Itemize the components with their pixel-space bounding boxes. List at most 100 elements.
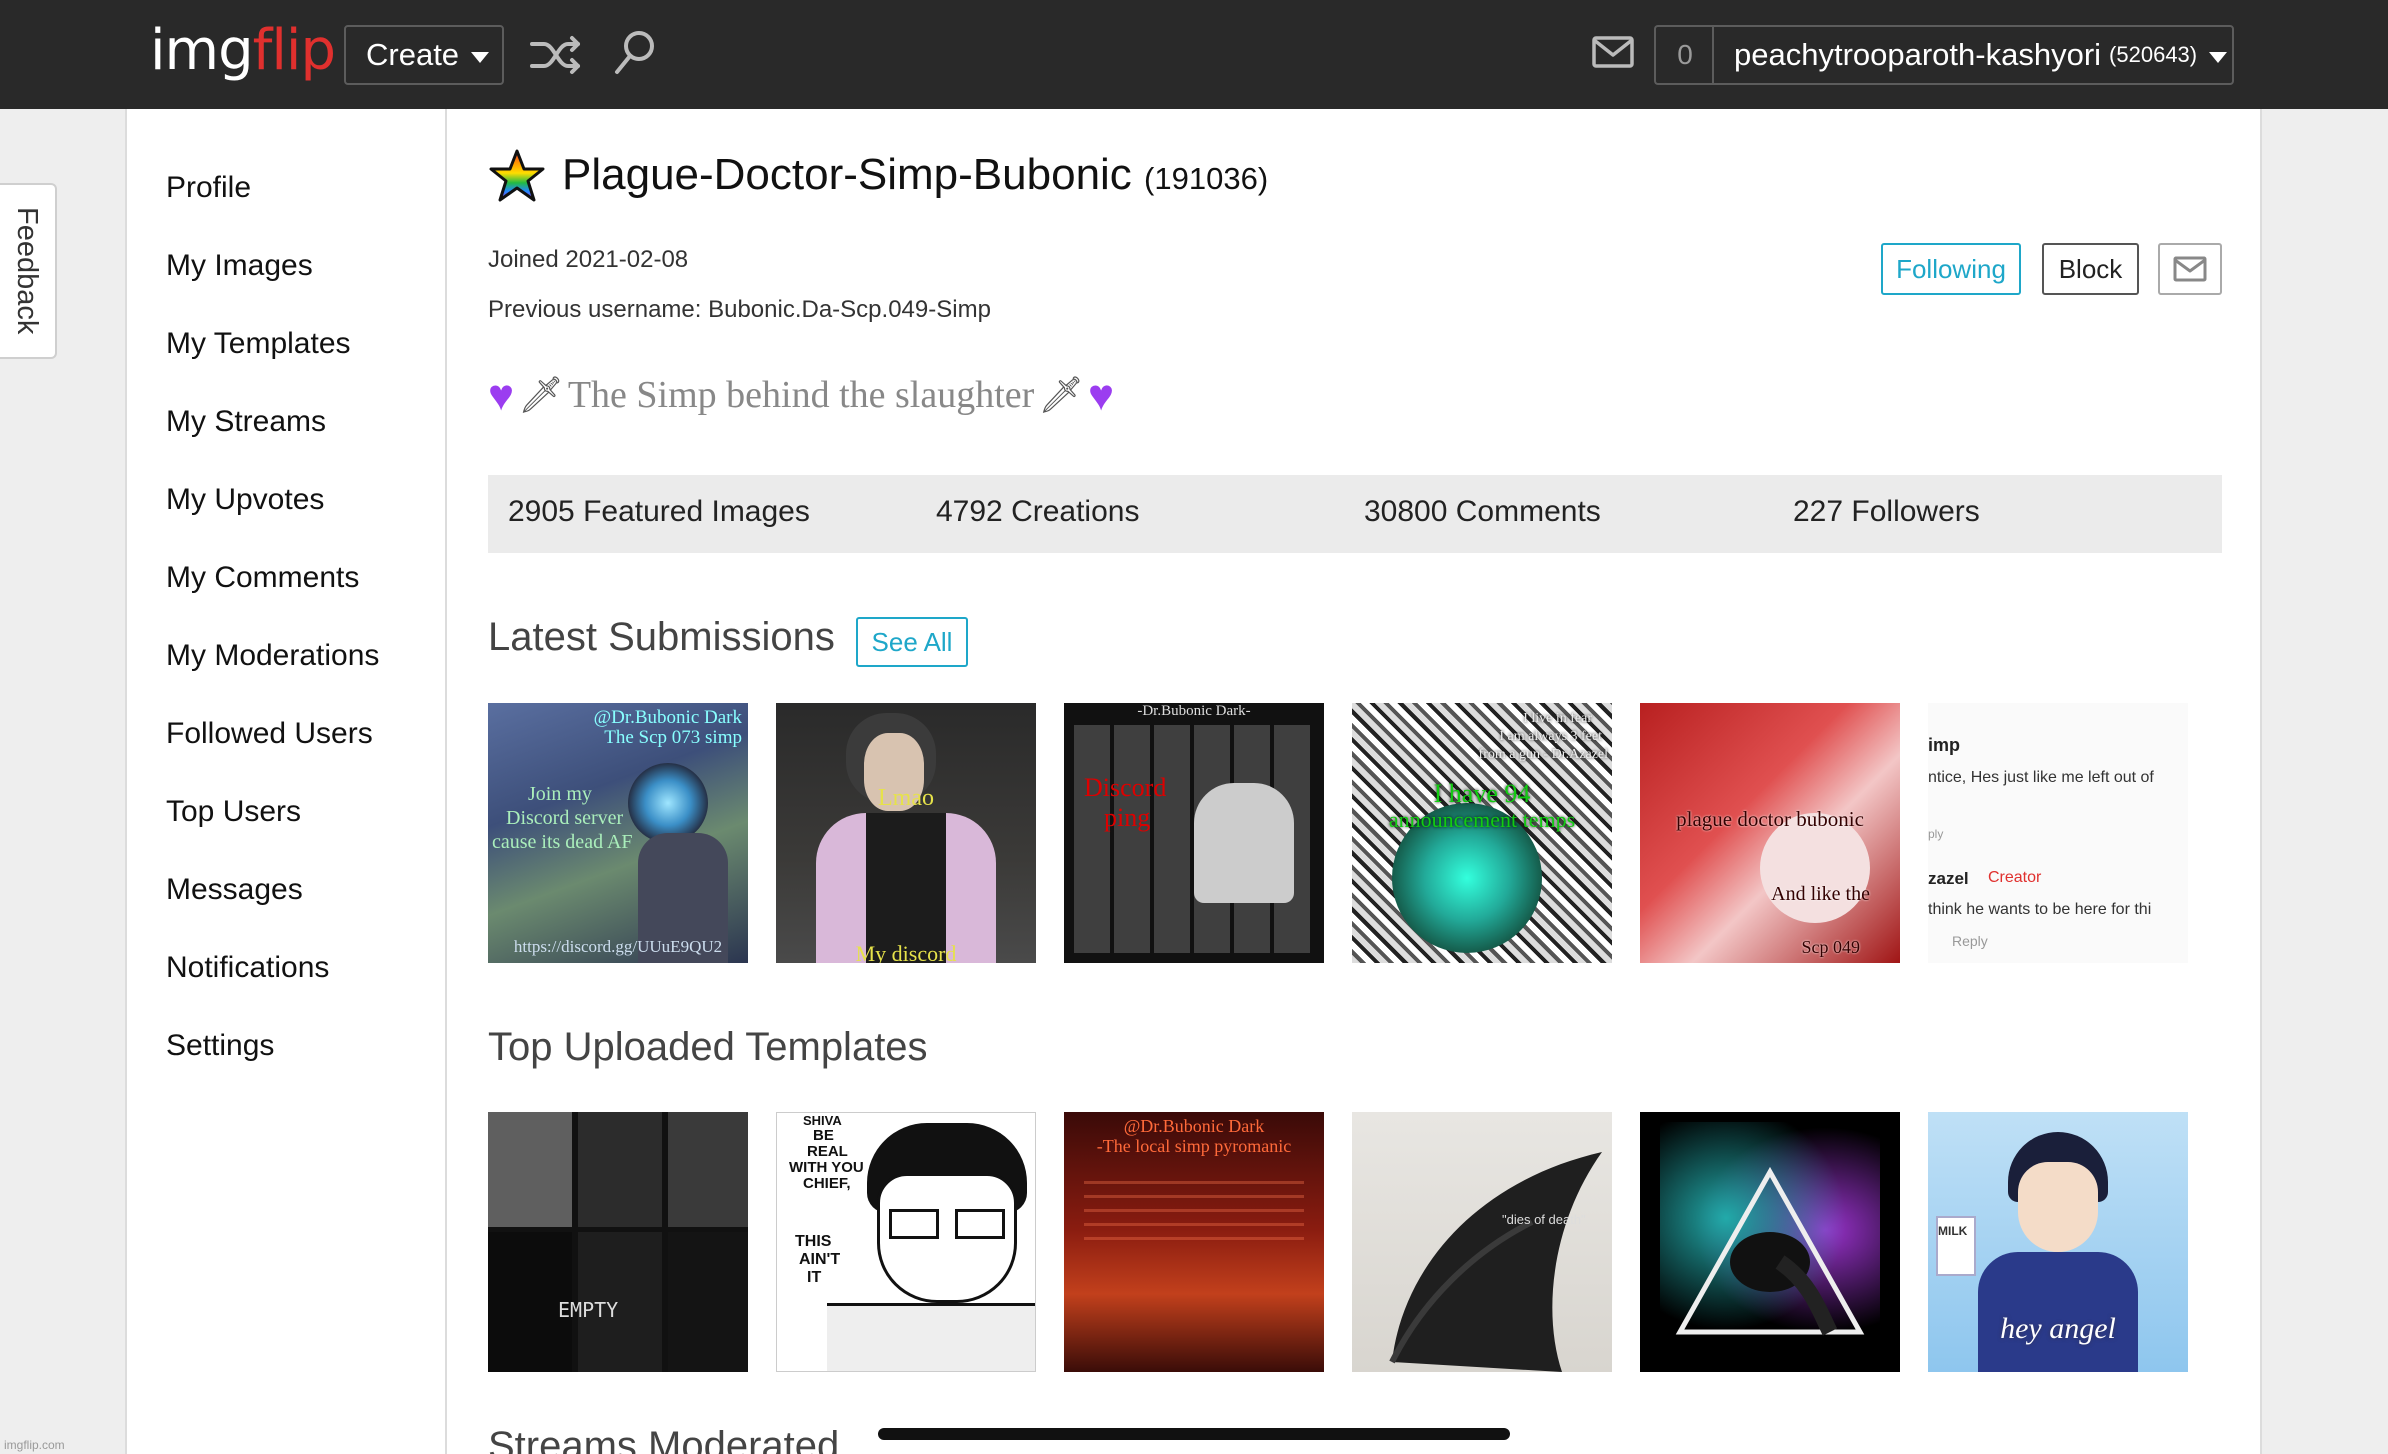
template-thumbnail[interactable]: EMPTY bbox=[488, 1112, 748, 1372]
stat-followers[interactable]: 227 Followers bbox=[1793, 495, 1980, 529]
thumb-caption: imp bbox=[1928, 735, 1961, 755]
home-indicator-bar bbox=[878, 1428, 1510, 1440]
thumb-caption: Discord bbox=[1084, 773, 1167, 802]
stat-creations[interactable]: 4792 Creations bbox=[936, 495, 1139, 529]
thumb-caption: @Dr.Bubonic Dark bbox=[1123, 1116, 1265, 1136]
user-menu-button[interactable]: peachytrooparoth-kashyori (520643) bbox=[1712, 25, 2234, 85]
imgflip-logo[interactable]: imgflip bbox=[150, 18, 336, 83]
sidebar-item-my-comments[interactable]: My Comments bbox=[166, 561, 359, 595]
glasses-shape bbox=[955, 1209, 1005, 1239]
sidebar-item-settings[interactable]: Settings bbox=[166, 1029, 274, 1063]
purple-heart-icon: ♥ bbox=[1088, 370, 1115, 420]
thumb-caption: plague doctor bubonic bbox=[1676, 807, 1864, 831]
search-icon[interactable] bbox=[612, 28, 658, 83]
template-thumbnail[interactable]: SHIVA BE REAL WITH YOU CHIEF, THIS AIN'T… bbox=[776, 1112, 1036, 1372]
glasses-shape bbox=[889, 1209, 939, 1239]
sidebar-item-my-moderations[interactable]: My Moderations bbox=[166, 639, 379, 673]
submission-thumbnail[interactable]: @Dr.Bubonic Dark The Scp 073 simp Join m… bbox=[488, 703, 748, 963]
sidebar: Profile My Images My Templates My Stream… bbox=[125, 109, 447, 1454]
thumb-caption: ping bbox=[1104, 803, 1151, 832]
header-user-points: (520643) bbox=[2109, 42, 2198, 67]
template-thumbnail[interactable]: MILK hey angel bbox=[1928, 1112, 2188, 1372]
plague-mask-shape bbox=[1389, 1152, 1602, 1372]
watermark: imgflip.com bbox=[4, 1438, 65, 1452]
sidebar-item-notifications[interactable]: Notifications bbox=[166, 951, 329, 985]
thumb-caption: cause its dead AF bbox=[492, 831, 633, 853]
text-lines bbox=[1084, 1170, 1304, 1240]
joined-date: Joined 2021-02-08 bbox=[488, 246, 689, 273]
template-thumbnail[interactable] bbox=[1640, 1112, 1900, 1372]
sidebar-item-messages[interactable]: Messages bbox=[166, 873, 303, 907]
thumb-caption: announcement temps bbox=[1388, 807, 1576, 832]
profile-points: (191036) bbox=[1144, 161, 1269, 196]
thumb-caption: I am always 3 feet bbox=[1499, 729, 1602, 744]
triangle-shape bbox=[1675, 1166, 1865, 1336]
stat-featured-images[interactable]: 2905 Featured Images bbox=[508, 495, 810, 529]
notification-count-button[interactable]: 0 bbox=[1654, 25, 1714, 85]
sidebar-item-profile[interactable]: Profile bbox=[166, 171, 251, 205]
mail-icon bbox=[2173, 256, 2207, 282]
thumb-caption: THIS bbox=[795, 1233, 832, 1250]
thumb-caption: "dies of death" bbox=[1502, 1212, 1586, 1227]
caret-down-icon bbox=[2209, 51, 2228, 63]
photo-tile bbox=[578, 1112, 662, 1227]
thumb-caption: @Dr.Bubonic Dark bbox=[593, 707, 742, 728]
feedback-label: Feedback bbox=[11, 207, 43, 335]
thumb-caption: BE bbox=[813, 1127, 834, 1144]
thumb-caption: Lmao bbox=[878, 785, 934, 811]
block-button[interactable]: Block bbox=[2042, 243, 2139, 295]
template-thumbnail[interactable]: @Dr.Bubonic Dark -The local simp pyroman… bbox=[1064, 1112, 1324, 1372]
submission-thumbnail[interactable]: Lmao My discord bbox=[776, 703, 1036, 963]
sidebar-item-my-upvotes[interactable]: My Upvotes bbox=[166, 483, 324, 517]
streams-moderated-title: Streams Moderated bbox=[488, 1424, 840, 1454]
thumb-caption: Scp 049 bbox=[1801, 937, 1861, 957]
thumb-caption: hey angel bbox=[2000, 1312, 2116, 1345]
thumb-caption: ply bbox=[1928, 827, 1944, 841]
photo-tile bbox=[488, 1112, 572, 1227]
sidebar-item-followed-users[interactable]: Followed Users bbox=[166, 717, 373, 751]
thumb-caption: -Dr.Bubonic Dark- bbox=[1137, 703, 1251, 719]
logo-text-img: img bbox=[150, 18, 254, 83]
profile-bio: ♥ 🗡 The Simp behind the slaughter 🗡 ♥ bbox=[488, 370, 1114, 420]
purple-heart-icon: ♥ bbox=[488, 370, 515, 420]
feedback-tab[interactable]: Feedback bbox=[0, 183, 57, 359]
following-button[interactable]: Following bbox=[1881, 243, 2021, 295]
profile-stats-bar: 2905 Featured Images 4792 Creations 3080… bbox=[488, 475, 2222, 553]
mail-icon[interactable] bbox=[1592, 36, 1634, 73]
thumb-caption: EMPTY bbox=[558, 1298, 619, 1322]
thumb-caption: Reply bbox=[1952, 933, 1988, 949]
thumb-caption: ntice, Hes just like me left out of bbox=[1928, 769, 2154, 786]
sidebar-item-my-streams[interactable]: My Streams bbox=[166, 405, 326, 439]
shuffle-icon[interactable] bbox=[528, 32, 584, 83]
thumb-caption: CHIEF, bbox=[803, 1175, 851, 1192]
notification-count: 0 bbox=[1677, 39, 1693, 70]
submission-thumbnail[interactable]: I live in fear I am always 3 feet from a… bbox=[1352, 703, 1612, 963]
photo-tile bbox=[668, 1232, 748, 1372]
message-user-button[interactable] bbox=[2158, 243, 2222, 295]
thumb-caption: Discord server bbox=[506, 807, 624, 829]
sidebar-item-my-templates[interactable]: My Templates bbox=[166, 327, 351, 361]
thumb-caption: zazel bbox=[1928, 869, 1969, 888]
dagger-icon: 🗡 bbox=[1038, 375, 1084, 415]
submission-thumbnail[interactable]: imp ntice, Hes just like me left out of … bbox=[1928, 703, 2188, 963]
create-dropdown-button[interactable]: Create bbox=[344, 25, 504, 85]
sidebar-item-my-images[interactable]: My Images bbox=[166, 249, 313, 283]
see-all-button[interactable]: See All bbox=[856, 617, 968, 667]
thumb-caption: IT bbox=[807, 1269, 822, 1286]
template-thumbnail[interactable]: "dies of death" bbox=[1352, 1112, 1612, 1372]
thumb-caption: WITH YOU bbox=[789, 1159, 864, 1176]
thumb-caption: And like the bbox=[1771, 883, 1870, 905]
body-shape bbox=[827, 1303, 1035, 1371]
stat-comments[interactable]: 30800 Comments bbox=[1364, 495, 1601, 529]
thumb-caption: I have 94 bbox=[1433, 779, 1531, 808]
submission-thumbnail[interactable]: -Dr.Bubonic Dark- Discord ping bbox=[1064, 703, 1324, 963]
thumb-caption: think he wants to be here for thi bbox=[1928, 901, 2152, 918]
profile-username: Plague-Doctor-Simp-Bubonic (191036) bbox=[562, 150, 1268, 200]
photo-tile bbox=[668, 1112, 748, 1227]
top-templates-title: Top Uploaded Templates bbox=[488, 1025, 928, 1069]
thumb-caption: MILK bbox=[1938, 1224, 1968, 1238]
dagger-icon: 🗡 bbox=[518, 375, 564, 415]
submission-thumbnail[interactable]: plague doctor bubonic And like the Scp 0… bbox=[1640, 703, 1900, 963]
rainbow-star-icon bbox=[488, 148, 546, 209]
sidebar-item-top-users[interactable]: Top Users bbox=[166, 795, 301, 829]
